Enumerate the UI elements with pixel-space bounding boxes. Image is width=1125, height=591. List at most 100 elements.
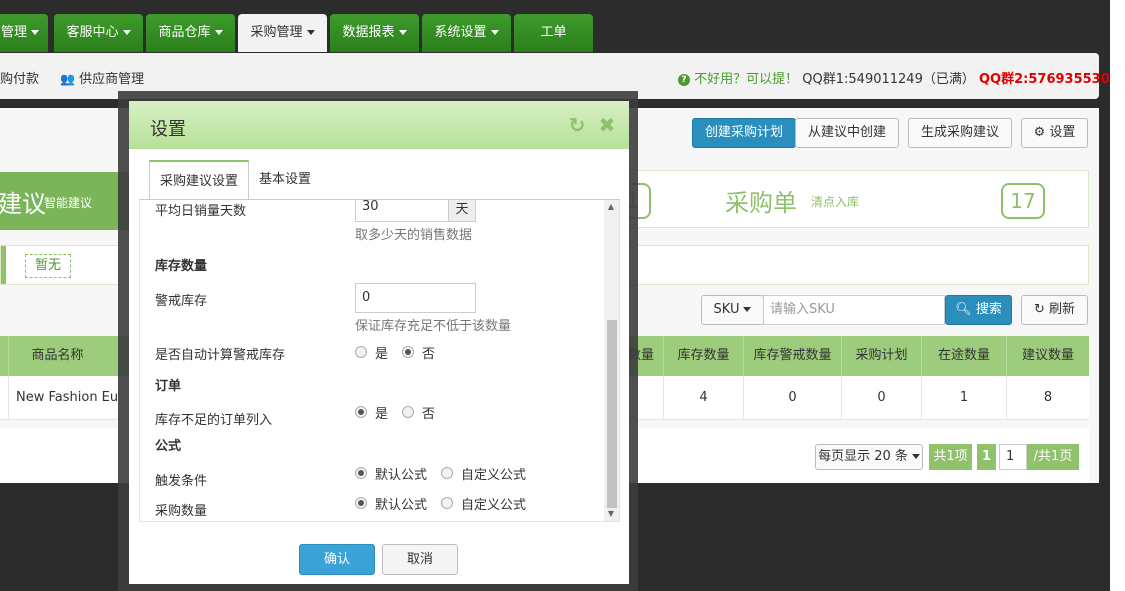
- pager-current[interactable]: 1: [977, 444, 996, 470]
- cancel-button[interactable]: 取消: [382, 544, 458, 575]
- users-icon: 👥: [60, 72, 75, 86]
- settings-button[interactable]: ⚙ 设置: [1021, 118, 1088, 148]
- per-page-select[interactable]: 每页显示 20 条: [815, 444, 923, 470]
- th-check: [0, 336, 8, 376]
- cell-plan: 0: [841, 376, 921, 420]
- auto-calc-yes-label: 是: [375, 347, 389, 362]
- question-icon: ?: [678, 73, 690, 86]
- tab-management[interactable]: 管理: [0, 14, 48, 52]
- search-icon: 🔍︎: [955, 302, 972, 317]
- auto-calc-no-label: 否: [422, 347, 436, 362]
- create-from-suggest-button[interactable]: 从建议中创建: [795, 118, 899, 148]
- scroll-up-icon[interactable]: ▲: [606, 202, 616, 211]
- filter-accent: [1, 246, 6, 284]
- insufficient-yes-radio[interactable]: [355, 406, 367, 418]
- th-suggest: 建议数量: [1006, 336, 1089, 376]
- auto-calc-yes-radio[interactable]: [355, 346, 367, 358]
- chevron-down-icon: [490, 30, 499, 35]
- stock-section-title: 库存数量: [155, 259, 208, 274]
- tab-purchase[interactable]: 采购管理: [238, 14, 327, 52]
- qty-default-radio[interactable]: [355, 497, 367, 509]
- top-nav: 管理 客服中心 商品仓库 采购管理 数据报表 系统设置 工单: [0, 0, 1110, 52]
- tab-work-order[interactable]: 工单: [514, 14, 593, 52]
- gen-suggest-button[interactable]: 生成采购建议: [908, 118, 1012, 148]
- feedback-link[interactable]: 不好用？可以提！: [694, 72, 798, 87]
- formula-section-title: 公式: [155, 439, 182, 454]
- trigger-label: 触发条件: [155, 474, 208, 489]
- step-suggest-sub: 智能建议: [44, 196, 93, 210]
- order-section-title: 订单: [155, 379, 182, 394]
- modal-title: 设置: [150, 119, 186, 140]
- trigger-default-radio[interactable]: [355, 467, 367, 479]
- pager-of: /共1页: [1027, 444, 1079, 470]
- sku-search-input[interactable]: 请输入SKU: [763, 295, 945, 325]
- trigger-custom-label: 自定义公式: [461, 468, 527, 483]
- auto-calc-label: 是否自动计算警戒库存: [155, 348, 286, 363]
- chevron-down-icon: [398, 30, 407, 35]
- qq-group-1: QQ群1:549011249（已满）: [802, 72, 975, 87]
- avg-days-hint: 取多少天的销售数据: [355, 228, 473, 243]
- cell-stock: 4: [663, 376, 743, 420]
- avg-days-unit: 天: [448, 200, 476, 222]
- help-bar: ? 不好用？可以提！ QQ群1:549011249（已满） QQ群2:57693…: [678, 68, 1110, 87]
- avg-days-label: 平均日销量天数: [155, 204, 247, 219]
- tab-warehouse[interactable]: 商品仓库: [146, 14, 235, 52]
- insufficient-no-radio[interactable]: [402, 406, 414, 418]
- gear-icon: ⚙: [1033, 125, 1046, 140]
- warn-stock-hint: 保证库存充足不低于该数量: [355, 319, 512, 334]
- avg-days-input[interactable]: 30: [355, 200, 449, 222]
- insufficient-label: 库存不足的订单列入: [155, 413, 273, 428]
- warn-stock-input[interactable]: 0: [355, 283, 476, 313]
- th-stock-warn: 库存警戒数量: [743, 336, 841, 376]
- tab-purchase-suggest-settings[interactable]: 采购建议设置: [149, 160, 250, 200]
- warn-stock-label: 警戒库存: [155, 294, 208, 309]
- sku-dropdown[interactable]: SKU: [701, 295, 764, 325]
- th-product-name: 商品名称: [8, 336, 106, 376]
- chevron-down-icon: [214, 30, 223, 35]
- tab-system-settings[interactable]: 系统设置: [422, 14, 511, 52]
- auto-calc-no-radio[interactable]: [402, 346, 414, 358]
- close-icon[interactable]: ✖: [596, 114, 618, 136]
- qq-group-2: QQ群2:576935530: [979, 72, 1110, 87]
- filter-box-right: [628, 245, 1089, 285]
- settings-modal: 设置 ↻ ✖ 采购建议设置 基本设置 平均日销量天数 30 天 取多少天的销售数…: [129, 101, 629, 584]
- cell-suggest: 8: [1006, 376, 1089, 420]
- chevron-down-icon: [31, 30, 39, 35]
- filter-none-tag[interactable]: 暂无: [25, 254, 71, 278]
- confirm-button[interactable]: 确认: [299, 544, 375, 575]
- qty-custom-label: 自定义公式: [461, 498, 527, 513]
- modal-body: 平均日销量天数 30 天 取多少天的销售数据 库存数量 警戒库存 0 保证库存充…: [139, 200, 620, 522]
- th-stock: 库存数量: [663, 336, 743, 376]
- step-bar: 1 采购单 清点入库 17: [615, 170, 1089, 228]
- step-order-sub: 清点入库: [811, 195, 860, 209]
- scroll-down-icon[interactable]: ▼: [606, 509, 616, 518]
- modal-header: 设置 ↻ ✖: [129, 101, 629, 149]
- th-transit: 在途数量: [921, 336, 1006, 376]
- step-order-count: 17: [1001, 183, 1045, 219]
- qty-custom-radio[interactable]: [441, 497, 453, 509]
- subnav-supplier[interactable]: 👥 供应商管理: [60, 68, 144, 87]
- trigger-default-label: 默认公式: [375, 468, 428, 483]
- tab-reports[interactable]: 数据报表: [330, 14, 419, 52]
- chevron-down-icon: [122, 30, 131, 35]
- refresh-button[interactable]: ↻ 刷新: [1021, 295, 1088, 325]
- chevron-down-icon: [911, 454, 920, 459]
- create-plan-button[interactable]: 创建采购计划: [692, 118, 796, 148]
- step-suggest[interactable]: 建议 智能建议: [0, 172, 130, 230]
- modal-scrollbar-thumb[interactable]: [607, 320, 617, 508]
- subnav-payment[interactable]: 购付款: [0, 68, 39, 87]
- refresh-icon[interactable]: ↻: [566, 114, 588, 136]
- step-order-title[interactable]: 采购单: [725, 183, 797, 218]
- tab-basic-settings[interactable]: 基本设置: [249, 160, 321, 200]
- pager-page-input[interactable]: 1: [999, 444, 1027, 470]
- pager-total: 共1项: [929, 444, 972, 470]
- th-plan: 采购计划: [841, 336, 921, 376]
- insufficient-yes-label: 是: [375, 407, 389, 422]
- trigger-custom-radio[interactable]: [441, 467, 453, 479]
- qty-default-label: 默认公式: [375, 498, 428, 513]
- tab-customer-service[interactable]: 客服中心: [54, 14, 143, 52]
- chevron-down-icon: [306, 30, 315, 35]
- search-button[interactable]: 🔍︎ 搜索: [945, 295, 1012, 325]
- refresh-icon: ↻: [1033, 302, 1045, 317]
- cell-stock-warn: 0: [743, 376, 841, 420]
